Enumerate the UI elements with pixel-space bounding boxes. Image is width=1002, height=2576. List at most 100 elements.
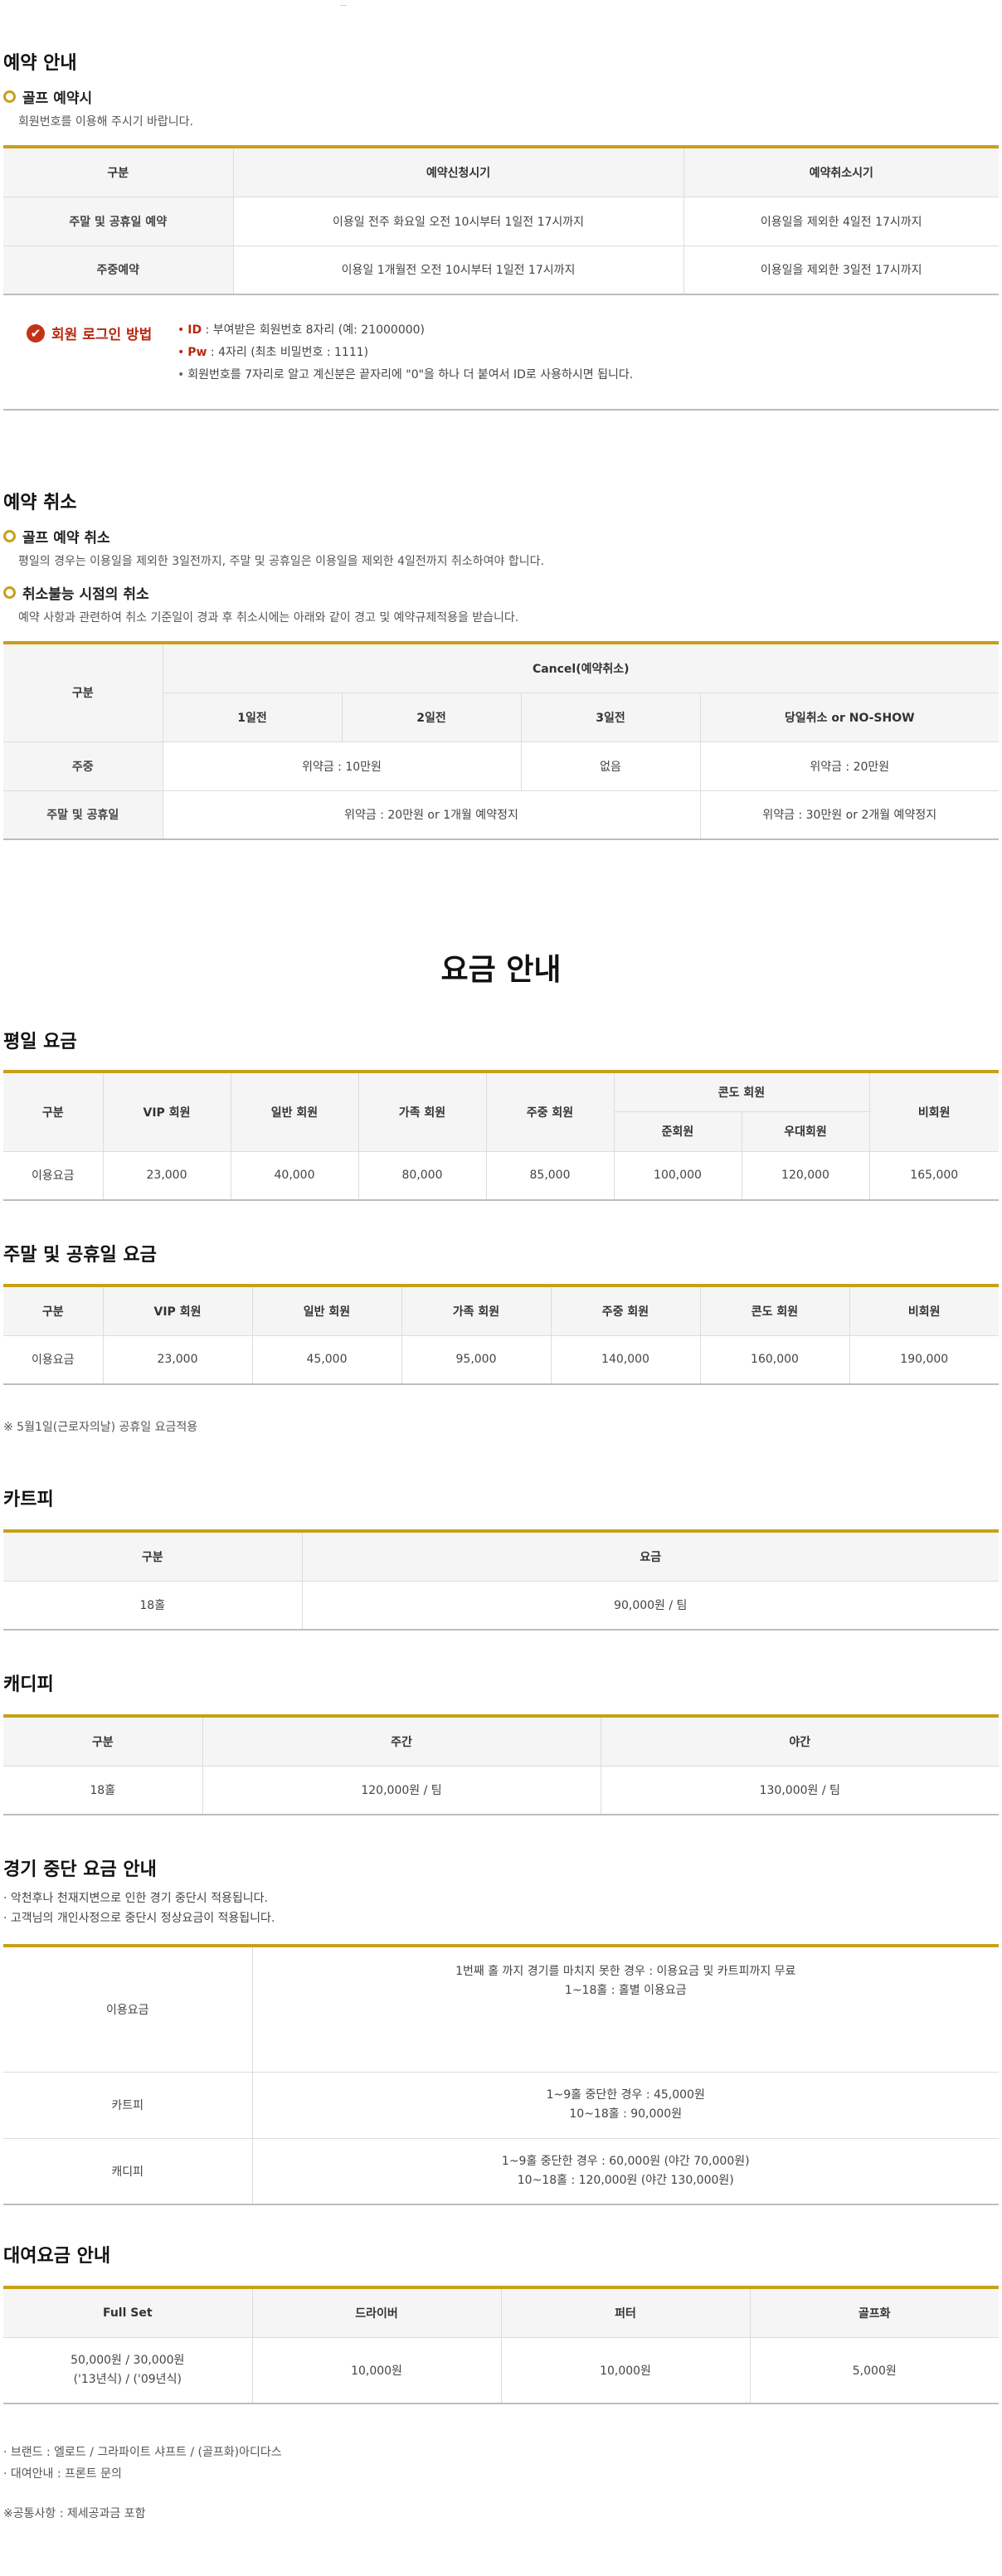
table-header: 구분 xyxy=(3,1715,203,1767)
golf-reserve-label: 골프 예약시 xyxy=(3,86,92,107)
cancel-table: 구분 Cancel(예약취소) 1일전 2일전 3일전 당일취소 or NO-S… xyxy=(3,641,999,840)
table-header: 구분 xyxy=(3,1285,104,1336)
pw-text: : 4자리 (최초 비밀번호 : 1111) xyxy=(207,346,369,359)
table-header: 예약취소시기 xyxy=(683,146,999,197)
id-text: : 부여받은 회원번호 8자리 (예: 21000000) xyxy=(202,323,426,337)
stop-fee-table: 이용요금 1번째 홀 까지 경기를 마치지 못한 경우 : 이용요금 및 카트피… xyxy=(3,1944,999,2205)
login-guide-title: ✔ 회원 로그인 방법 xyxy=(27,323,152,343)
table-header: 가족 회원 xyxy=(401,1285,552,1336)
reservation-title: 예약 안내 xyxy=(3,53,77,74)
caddie-title: 캐디피 xyxy=(3,1674,54,1695)
no-cancel-desc: 예약 사항과 관련하여 취소 기준일이 경과 후 취소시에는 아래와 같이 경고… xyxy=(18,611,519,625)
table-header: 퍼터 xyxy=(500,2287,751,2338)
table-header: 준회원 xyxy=(614,1111,742,1152)
cell-line: 50,000원 / 30,000원 xyxy=(71,2353,185,2367)
cell-line: 1번째 홀 까지 경기를 마치지 못한 경우 : 이용요금 및 카트피까지 무료 xyxy=(455,1965,796,1978)
row-label: 주말 및 공휴일 xyxy=(3,790,163,840)
rental-note-2: · 대여안내 : 프론트 문의 xyxy=(3,2467,122,2481)
table-header: 구분 xyxy=(3,1530,303,1582)
table-cell: 10,000원 xyxy=(251,2336,502,2404)
cancel-title: 예약 취소 xyxy=(3,493,77,513)
table-header: 3일전 xyxy=(520,692,701,742)
weekday-fee-table: 구분 VIP 회원 일반 회원 가족 회원 주중 회원 콘도 회원 비회원 준회… xyxy=(3,1070,999,1201)
golf-reserve-label-text: 골프 예약시 xyxy=(22,90,93,107)
table-header: 우대회원 xyxy=(741,1111,869,1152)
table-header: 주간 xyxy=(202,1715,601,1767)
stop-fee-title: 경기 중단 요금 안내 xyxy=(3,1859,157,1880)
cell-line: 1~9홀 중단한 경우 : 60,000원 (야간 70,000원) xyxy=(501,2154,750,2168)
table-cell: 140,000 xyxy=(550,1334,701,1385)
bullet-circle-icon xyxy=(3,586,16,599)
table-cell: 80,000 xyxy=(358,1150,487,1201)
golf-cancel-desc: 평일의 경우는 이용일을 제외한 3일전까지, 주말 및 공휴일은 이용일을 제… xyxy=(18,555,544,568)
table-cell: 이용일 전주 화요일 오전 10시부터 1일전 17시까지 xyxy=(232,196,684,246)
table-cell: 10,000원 xyxy=(500,2336,751,2404)
row-label: 이용요금 xyxy=(3,1334,104,1385)
check-circle-icon: ✔ xyxy=(27,323,45,343)
row-label: 이용요금 xyxy=(3,1150,104,1201)
table-cell: 40,000 xyxy=(230,1150,359,1201)
id-label: ID xyxy=(187,323,202,337)
table-cell: 18홀 xyxy=(3,1580,303,1631)
table-header: 2일전 xyxy=(341,692,522,742)
login-guide: ✔ 회원 로그인 방법 • ID : 부여받은 회원번호 8자리 (예: 2100… xyxy=(3,303,999,411)
table-cell: 이용일 1개월전 오전 10시부터 1일전 17시까지 xyxy=(232,245,684,295)
login-guide-title-text: 회원 로그인 방법 xyxy=(51,327,153,343)
rental-note-1: · 브랜드 : 엘로드 / 그라파이트 샤프트 / (골프화)아디다스 xyxy=(3,2446,282,2459)
cart-title: 카트피 xyxy=(3,1490,54,1510)
list-item: • Pw : 4자리 (최초 비밀번호 : 1111) xyxy=(178,346,369,359)
list-item: • ID : 부여받은 회원번호 8자리 (예: 21000000) xyxy=(178,323,426,337)
table-header: 예약신청시기 xyxy=(232,146,684,197)
table-header: Full Set xyxy=(3,2287,253,2338)
table-header: 비회원 xyxy=(868,1071,999,1152)
cell-line: 10~18홀 : 90,000원 xyxy=(569,2107,683,2121)
table-cell: 160,000 xyxy=(699,1334,850,1385)
table-header: 요금 xyxy=(301,1530,999,1582)
table-cell: 190,000 xyxy=(849,1334,999,1385)
table-cell: 위약금 : 20만원 xyxy=(699,741,999,791)
table-cell: 이용일을 제외한 3일전 17시까지 xyxy=(683,245,999,295)
table-cell: 5,000원 xyxy=(749,2336,999,2404)
table-cell: 위약금 : 20만원 or 1개월 예약정지 xyxy=(162,790,701,840)
table-header: 구분 xyxy=(3,1071,104,1152)
row-label: 이용요금 xyxy=(3,1945,253,2073)
table-cell: 이용일을 제외한 4일전 17시까지 xyxy=(683,196,999,246)
table-header: 콘도 회원 xyxy=(699,1285,850,1336)
table-header: 주중 회원 xyxy=(550,1285,701,1336)
table-cell: 130,000원 / 팀 xyxy=(600,1765,999,1815)
fee-title: 요금 안내 xyxy=(440,953,562,987)
golf-cancel-label-text: 골프 예약 취소 xyxy=(22,530,110,547)
holiday-note: ※ 5월1일(근로자의날) 공휴일 요금적용 xyxy=(3,1421,198,1434)
table-cell: 18홀 xyxy=(3,1765,203,1815)
weekend-fee-title: 주말 및 공휴일 요금 xyxy=(3,1245,157,1266)
row-label: 주중 xyxy=(3,741,163,791)
table-cell: 165,000 xyxy=(868,1150,999,1201)
table-cell: 없음 xyxy=(520,741,701,791)
bullet-circle-icon xyxy=(3,90,16,103)
list-item: • 회원번호를 7자리로 알고 계신분은 끝자리에 "0"을 하나 더 붙여서 I… xyxy=(178,368,634,382)
rental-table: Full Set 드라이버 퍼터 골프화 50,000원 / 30,000원 (… xyxy=(3,2286,999,2404)
table-header: 당일취소 or NO-SHOW xyxy=(699,692,999,742)
reservation-table: 구분 예약신청시기 예약취소시기 주말 및 공휴일 예약 이용일 전주 화요일 … xyxy=(3,145,999,295)
table-cell: 위약금 : 30만원 or 2개월 예약정지 xyxy=(699,790,999,840)
weekday-fee-title: 평일 요금 xyxy=(3,1032,77,1052)
row-label: 카트피 xyxy=(3,2071,253,2139)
top-divider xyxy=(340,0,347,6)
table-header: 구분 xyxy=(3,146,234,197)
table-header: 드라이버 xyxy=(251,2287,502,2338)
table-cell: 1~9홀 중단한 경우 : 60,000원 (야간 70,000원) 10~18… xyxy=(251,2137,999,2205)
table-header: Cancel(예약취소) xyxy=(162,642,999,693)
table-cell: 위약금 : 10만원 xyxy=(162,741,522,791)
golf-cancel-label: 골프 예약 취소 xyxy=(3,526,110,547)
table-header: 구분 xyxy=(3,642,163,742)
row-label: 캐디피 xyxy=(3,2137,253,2205)
no-cancel-label: 취소불능 시점의 취소 xyxy=(3,582,149,603)
table-header: 야간 xyxy=(600,1715,999,1767)
table-cell: 120,000 xyxy=(741,1150,870,1201)
golf-reserve-desc: 회원번호를 이용해 주시기 바랍니다. xyxy=(18,115,193,129)
table-cell: 1번째 홀 까지 경기를 마치지 못한 경우 : 이용요금 및 카트피까지 무료… xyxy=(251,1945,999,2073)
table-header: 일반 회원 xyxy=(230,1071,359,1152)
rental-title: 대여요금 안내 xyxy=(3,2246,111,2267)
table-cell: 23,000 xyxy=(102,1334,253,1385)
pw-label: Pw xyxy=(187,346,207,359)
